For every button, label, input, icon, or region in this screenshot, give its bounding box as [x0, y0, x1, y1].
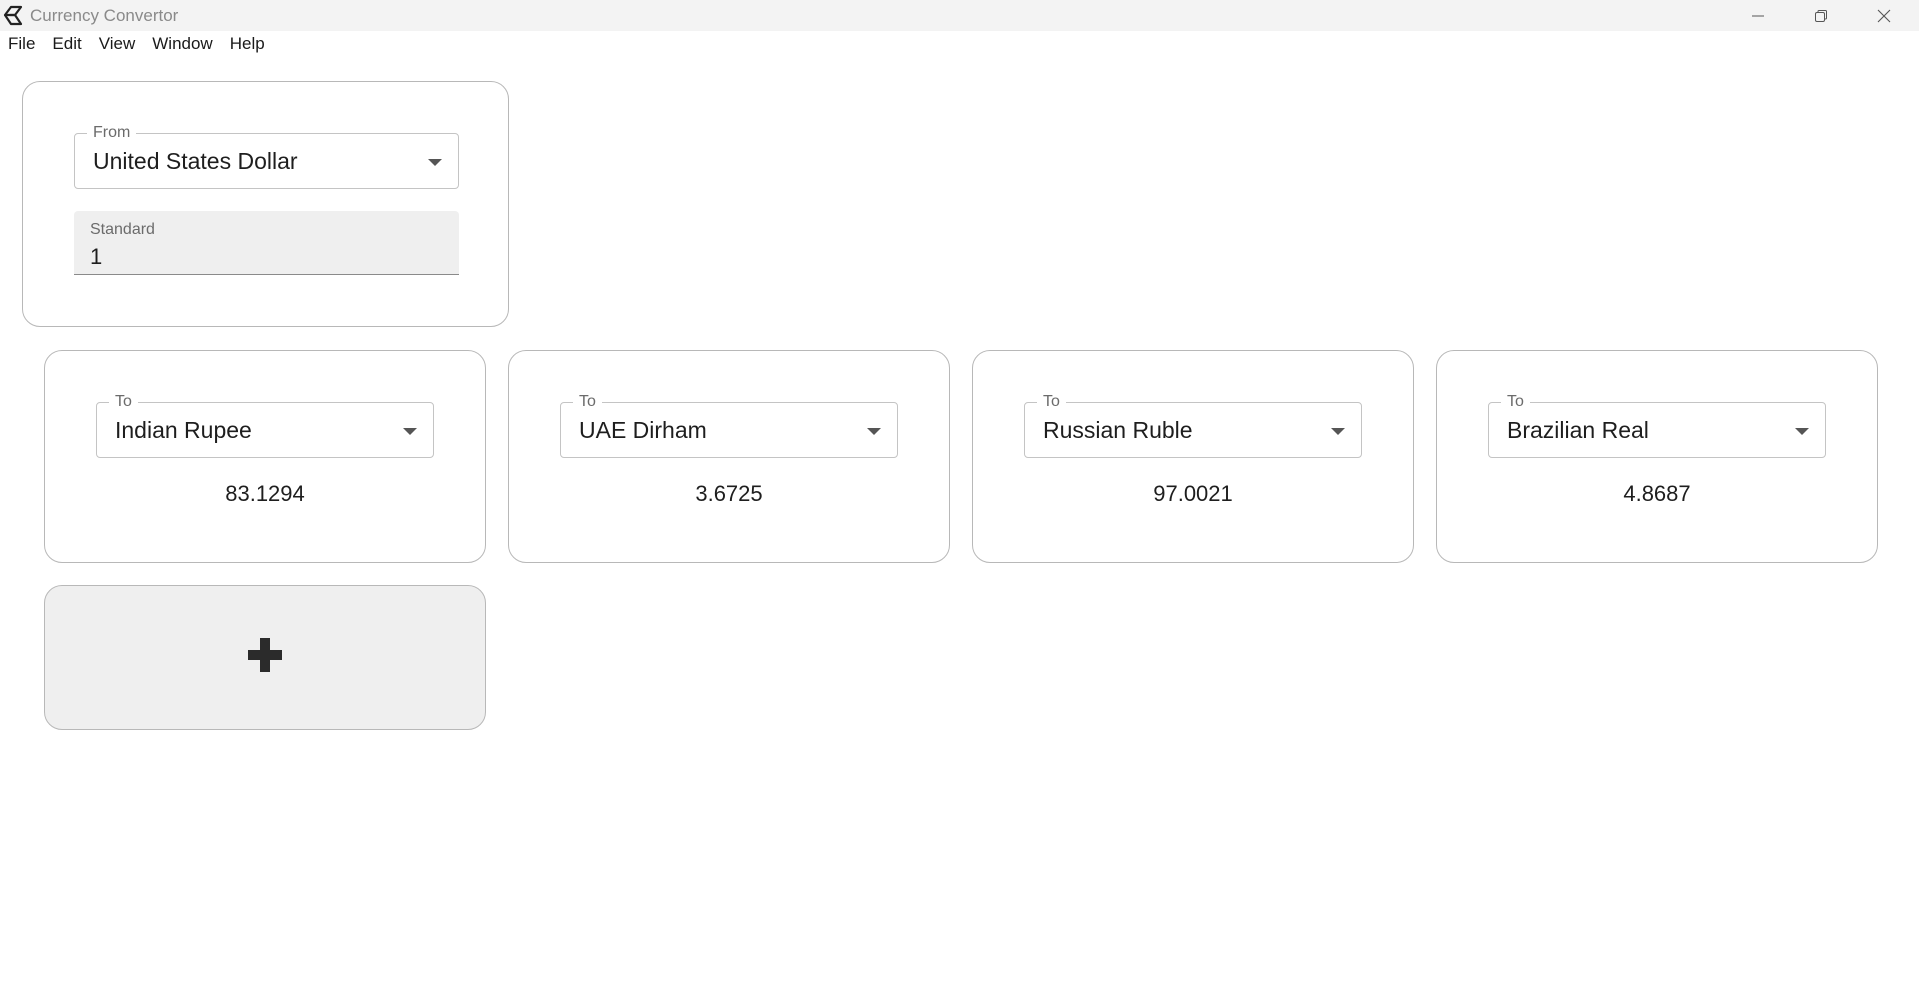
to-selected-value: Brazilian Real — [1507, 417, 1649, 443]
app-logo-icon — [2, 5, 24, 26]
to-label: To — [109, 393, 138, 411]
restore-icon — [1814, 9, 1828, 23]
chevron-down-icon — [1331, 428, 1345, 435]
converted-value: 83.1294 — [225, 481, 305, 506]
converted-value: 4.8687 — [1623, 481, 1691, 506]
from-currency-select[interactable]: From United States Dollar — [74, 124, 459, 189]
to-currency-select[interactable]: To Russian Ruble — [1024, 393, 1362, 458]
to-label: To — [1037, 393, 1066, 411]
menu-bar: File Edit View Window Help — [0, 31, 1919, 57]
menu-view[interactable]: View — [99, 34, 136, 54]
to-selected-value: Russian Ruble — [1043, 417, 1193, 443]
close-button[interactable] — [1853, 0, 1915, 31]
from-selected-value: United States Dollar — [93, 148, 298, 174]
menu-edit[interactable]: Edit — [52, 34, 81, 54]
minimize-icon — [1751, 9, 1765, 23]
minimize-button[interactable] — [1727, 0, 1789, 31]
to-card: To UAE Dirham 3.6725 — [508, 350, 950, 563]
to-label: To — [573, 393, 602, 411]
title-bar: Currency Convertor — [0, 0, 1919, 31]
to-card: To Indian Rupee 83.1294 — [44, 350, 486, 563]
standard-input[interactable] — [90, 243, 430, 271]
to-selected-value: Indian Rupee — [115, 417, 252, 443]
window-title: Currency Convertor — [30, 6, 179, 25]
add-currency-button[interactable] — [44, 585, 486, 730]
standard-field[interactable]: Standard — [74, 211, 459, 275]
menu-window[interactable]: Window — [152, 34, 212, 54]
from-card: From United States Dollar Standard — [22, 81, 509, 327]
close-icon — [1877, 9, 1891, 23]
menu-file[interactable]: File — [8, 34, 35, 54]
chevron-down-icon — [428, 159, 442, 166]
menu-help[interactable]: Help — [230, 34, 265, 54]
from-label: From — [87, 124, 137, 142]
to-card: To Russian Ruble 97.0021 — [972, 350, 1414, 563]
to-selected-value: UAE Dirham — [579, 417, 707, 443]
chevron-down-icon — [867, 428, 881, 435]
standard-label: Standard — [90, 221, 155, 238]
to-currency-select[interactable]: To Brazilian Real — [1488, 393, 1826, 458]
to-currency-select[interactable]: To Indian Rupee — [96, 393, 434, 458]
converted-value: 3.6725 — [695, 481, 763, 506]
chevron-down-icon — [403, 428, 417, 435]
maximize-button[interactable] — [1790, 0, 1852, 31]
to-card: To Brazilian Real 4.8687 — [1436, 350, 1878, 563]
to-currency-select[interactable]: To UAE Dirham — [560, 393, 898, 458]
to-label: To — [1501, 393, 1530, 411]
converted-value: 97.0021 — [1153, 481, 1233, 506]
chevron-down-icon — [1795, 428, 1809, 435]
plus-icon — [246, 636, 284, 679]
